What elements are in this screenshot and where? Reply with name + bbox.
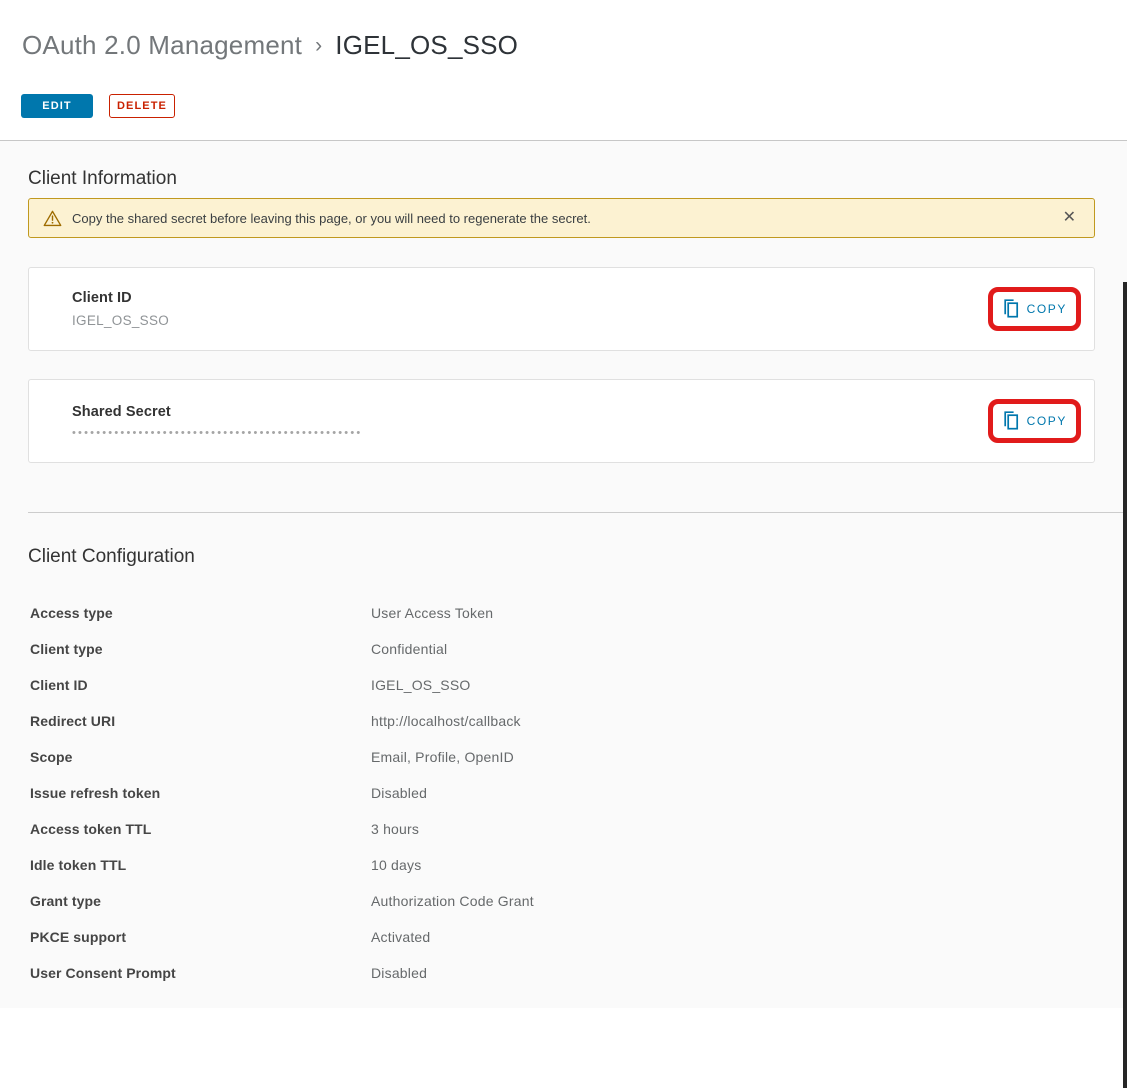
breadcrumb-current-page: IGEL_OS_SSO xyxy=(335,30,518,60)
config-row-label: Access type xyxy=(30,605,371,621)
config-row: User Consent Prompt Disabled xyxy=(30,965,1127,1001)
delete-button[interactable]: DELETE xyxy=(109,94,175,118)
scrollbar-thumb[interactable] xyxy=(1123,282,1127,1088)
config-row-label: Redirect URI xyxy=(30,713,371,729)
config-row-label: Access token TTL xyxy=(30,821,371,837)
shared-secret-card-text: Shared Secret ••••••••••••••••••••••••••… xyxy=(72,404,362,439)
config-row-value: IGEL_OS_SSO xyxy=(371,677,470,693)
config-row-value: Confidential xyxy=(371,641,447,657)
shared-secret-card: Shared Secret ••••••••••••••••••••••••••… xyxy=(28,379,1095,463)
config-row: Idle token TTL 10 days xyxy=(30,857,1127,893)
config-row-label: PKCE support xyxy=(30,929,371,945)
config-row-label: User Consent Prompt xyxy=(30,965,371,981)
client-id-label: Client ID xyxy=(72,290,169,306)
config-row-value: Disabled xyxy=(371,785,427,801)
config-row-value: http://localhost/callback xyxy=(371,713,521,729)
copy-button-label: COPY xyxy=(1027,414,1067,428)
toolbar: EDIT DELETE xyxy=(21,94,1127,118)
copy-button-label: COPY xyxy=(1027,302,1067,316)
config-row-value: 3 hours xyxy=(371,821,419,837)
config-row-label: Issue refresh token xyxy=(30,785,371,801)
config-row: Access token TTL 3 hours xyxy=(30,821,1127,857)
close-icon[interactable]: ✕ xyxy=(1061,208,1078,228)
client-configuration-title: Client Configuration xyxy=(0,513,1127,568)
warning-banner: Copy the shared secret before leaving th… xyxy=(28,198,1095,238)
main-content: Client Information Copy the shared secre… xyxy=(0,140,1127,1008)
config-row: Access type User Access Token xyxy=(30,605,1127,641)
client-id-card: Client ID IGEL_OS_SSO COPY xyxy=(28,267,1095,351)
copy-client-id-button[interactable]: COPY xyxy=(998,295,1071,323)
shared-secret-label: Shared Secret xyxy=(72,404,362,420)
client-id-value: IGEL_OS_SSO xyxy=(72,313,169,328)
config-rows: Access type User Access Token Client typ… xyxy=(30,605,1127,1001)
config-row: Client ID IGEL_OS_SSO xyxy=(30,677,1127,713)
copy-icon xyxy=(1002,411,1019,431)
breadcrumb-separator-icon: › xyxy=(315,34,322,57)
config-row-value: User Access Token xyxy=(371,605,493,621)
annotation-highlight-box: COPY xyxy=(988,287,1081,331)
config-row-label: Client type xyxy=(30,641,371,657)
config-row-value: Authorization Code Grant xyxy=(371,893,534,909)
config-row-value: 10 days xyxy=(371,857,421,873)
config-row: Issue refresh token Disabled xyxy=(30,785,1127,821)
client-id-card-text: Client ID IGEL_OS_SSO xyxy=(72,290,169,328)
warning-message: Copy the shared secret before leaving th… xyxy=(72,211,591,226)
shared-secret-masked-value: ••••••••••••••••••••••••••••••••••••••••… xyxy=(72,427,362,439)
config-row-value: Activated xyxy=(371,929,430,945)
page-header: OAuth 2.0 Management › IGEL_OS_SSO EDIT DE… xyxy=(0,0,1127,140)
annotation-highlight-box: COPY xyxy=(988,399,1081,443)
breadcrumb: OAuth 2.0 Management › IGEL_OS_SSO xyxy=(0,0,1127,61)
config-row-label: Idle token TTL xyxy=(30,857,371,873)
config-row: PKCE support Activated xyxy=(30,929,1127,965)
copy-icon xyxy=(1002,299,1019,319)
config-row: Redirect URI http://localhost/callback xyxy=(30,713,1127,749)
config-row-value: Email, Profile, OpenID xyxy=(371,749,514,765)
config-row: Client type Confidential xyxy=(30,641,1127,677)
edit-button[interactable]: EDIT xyxy=(21,94,93,118)
config-row: Scope Email, Profile, OpenID xyxy=(30,749,1127,785)
config-row-label: Scope xyxy=(30,749,371,765)
config-row-label: Grant type xyxy=(30,893,371,909)
client-information-title: Client Information xyxy=(0,141,1127,190)
breadcrumb-section-link[interactable]: OAuth 2.0 Management xyxy=(22,30,302,60)
copy-shared-secret-button[interactable]: COPY xyxy=(998,407,1071,435)
config-row: Grant type Authorization Code Grant xyxy=(30,893,1127,929)
config-row-value: Disabled xyxy=(371,965,427,981)
config-row-label: Client ID xyxy=(30,677,371,693)
warning-triangle-icon xyxy=(43,209,62,227)
